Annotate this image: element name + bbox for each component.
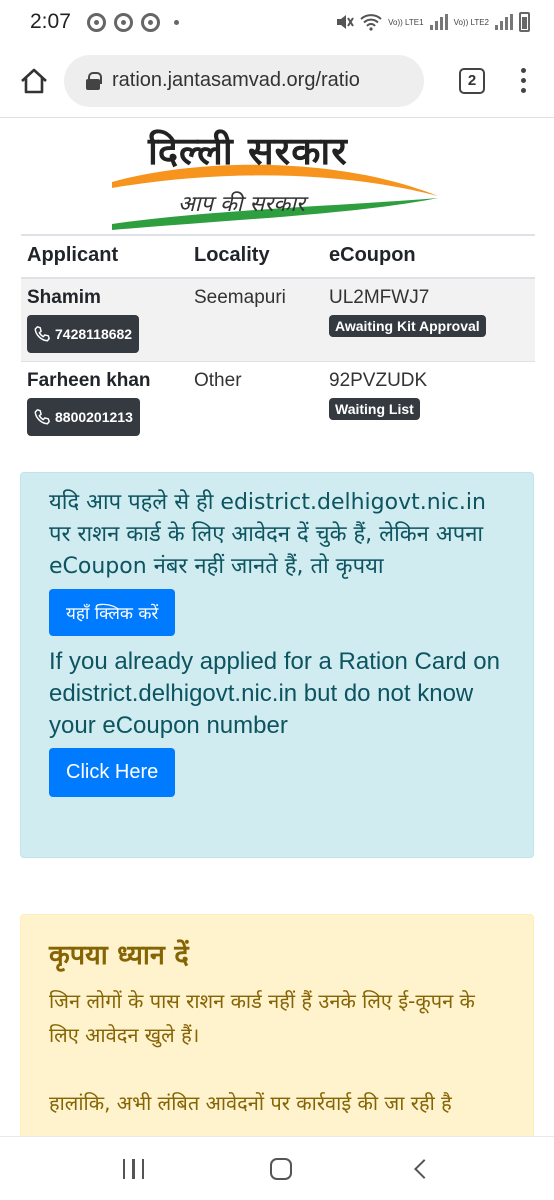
- address-bar[interactable]: ration.jantasamvad.org/ratio: [64, 54, 424, 107]
- locality-cell: Seemapuri: [188, 278, 323, 362]
- signal-bars-icon: [495, 14, 513, 30]
- call-button[interactable]: 8800201213: [27, 398, 140, 436]
- menu-dot-icon: [521, 88, 526, 93]
- more-menu-button[interactable]: [521, 68, 526, 93]
- recent-bar-icon: [141, 1158, 145, 1179]
- hindi-help-text: यदि आप पहले से ही edistrict.delhigovt.ni…: [49, 490, 486, 579]
- phone-icon: [34, 409, 50, 425]
- applicant-cell: Shamim 7428118682: [21, 278, 188, 362]
- notice-paragraph: जिन लोगों के पास राशन कार्ड नहीं हैं उनक…: [49, 989, 475, 1047]
- lock-icon: [86, 71, 102, 90]
- recent-bar-icon: [132, 1158, 135, 1179]
- header-applicant: Applicant: [21, 234, 188, 279]
- applicant-table: Applicant Locality eCoupon Shamim 742811…: [21, 234, 535, 444]
- phone-number: 7428118682: [55, 326, 133, 342]
- phone-icon: [34, 326, 50, 342]
- header-ecoupon: eCoupon: [323, 234, 535, 279]
- locality-cell: Other: [188, 361, 323, 444]
- ecoupon-code: UL2MFWJ7: [329, 287, 430, 308]
- home-icon: [21, 68, 47, 93]
- chrome-notification-icon: [86, 12, 106, 32]
- delhi-sarkar-logo: दिल्ली सरकार आप की सरकार: [108, 118, 448, 232]
- applicant-name: Shamim: [27, 287, 101, 308]
- table-row: Shamim 7428118682 Seemapuri UL2MFWJ7 Awa…: [21, 278, 535, 362]
- notice-paragraph: हालांकि, अभी लंबित आवेदनों पर कार्रवाई क…: [49, 1091, 452, 1115]
- table-header-row: Applicant Locality eCoupon: [21, 234, 535, 279]
- recent-apps-button[interactable]: [122, 1158, 145, 1179]
- tab-switcher-button[interactable]: 2: [459, 67, 485, 94]
- back-button[interactable]: [414, 1158, 435, 1179]
- browser-toolbar: ration.jantasamvad.org/ratio 2: [0, 44, 554, 118]
- status-badge: Awaiting Kit Approval: [329, 315, 486, 337]
- hindi-click-here-button[interactable]: यहाँ क्लिक करें: [49, 589, 176, 636]
- status-bar: 2:07 Vo)) LTE1 Vo)) LTE2: [0, 0, 554, 44]
- ecoupon-cell: 92PVZUDK Waiting List: [323, 361, 535, 444]
- call-button[interactable]: 7428118682: [27, 315, 140, 353]
- table-row: Farheen khan 8800201213 Other 92PVZUDK W…: [21, 361, 535, 444]
- status-time: 2:07: [30, 10, 71, 33]
- status-badge: Waiting List: [329, 398, 420, 420]
- lte1-label: Vo)) LTE1: [388, 17, 424, 27]
- recent-bar-icon: [122, 1158, 126, 1179]
- more-notifications-icon: [173, 19, 179, 25]
- mute-icon: [337, 15, 355, 29]
- home-button[interactable]: [4, 51, 64, 111]
- applicant-cell: Farheen khan 8800201213: [21, 361, 188, 444]
- menu-dot-icon: [521, 78, 526, 83]
- wifi-icon: [360, 14, 382, 31]
- system-navigation-bar: [0, 1136, 554, 1200]
- logo-title: दिल्ली सरकार: [148, 129, 348, 173]
- chrome-notification-icon: [140, 12, 160, 32]
- ecoupon-help-alert: यदि आप पहले से ही edistrict.delhigovt.ni…: [20, 472, 534, 858]
- click-here-button[interactable]: Click Here: [49, 748, 176, 797]
- signal-bars-icon: [429, 14, 448, 30]
- page-content: दिल्ली सरकार आप की सरकार Applicant Local…: [0, 118, 554, 1136]
- english-help-text: If you already applied for a Ration Card…: [49, 648, 500, 739]
- lte2-label: Vo)) LTE2: [453, 17, 489, 27]
- logo-subtitle: आप की सरकार: [178, 192, 306, 217]
- menu-dot-icon: [521, 68, 526, 73]
- notice-title: कृपया ध्यान दें: [49, 940, 189, 971]
- battery-icon: [519, 12, 530, 32]
- home-nav-button[interactable]: [269, 1157, 292, 1180]
- phone-number: 8800201213: [55, 409, 133, 425]
- status-right: Vo)) LTE1 Vo)) LTE2: [334, 12, 530, 32]
- header-locality: Locality: [188, 234, 323, 279]
- ecoupon-code: 92PVZUDK: [329, 370, 428, 391]
- url-text: ration.jantasamvad.org/ratio: [112, 69, 360, 91]
- notice-alert: कृपया ध्यान दें जिन लोगों के पास राशन का…: [20, 914, 534, 1136]
- applicant-name: Farheen khan: [27, 370, 151, 391]
- chrome-notification-icon: [113, 12, 133, 32]
- ecoupon-cell: UL2MFWJ7 Awaiting Kit Approval: [323, 278, 535, 362]
- status-left: 2:07: [30, 10, 179, 34]
